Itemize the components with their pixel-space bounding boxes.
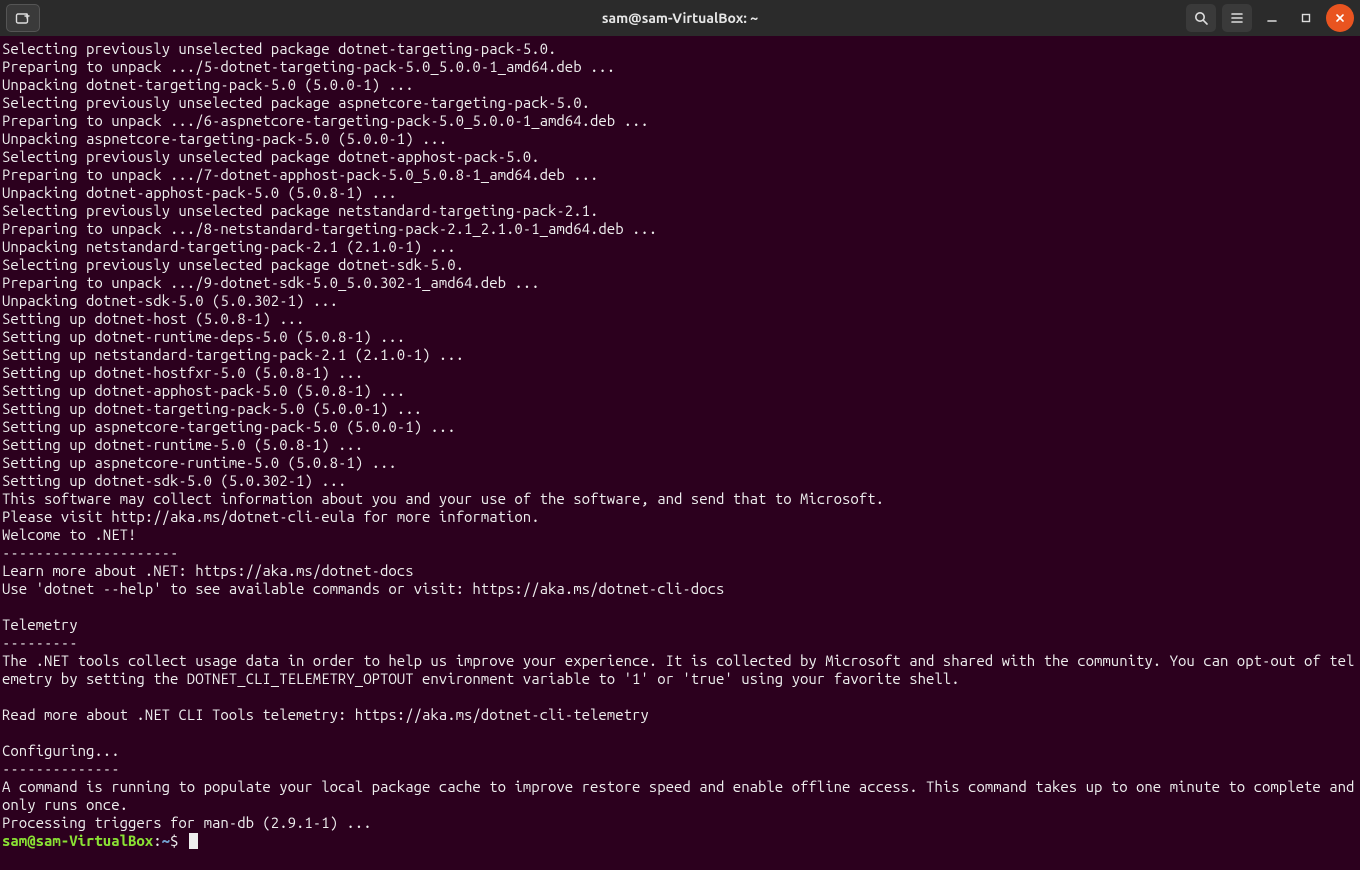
- terminal-line: Selecting previously unselected package …: [2, 94, 1358, 112]
- terminal-line: Setting up aspnetcore-runtime-5.0 (5.0.8…: [2, 454, 1358, 472]
- terminal-line: Setting up dotnet-runtime-5.0 (5.0.8-1) …: [2, 436, 1358, 454]
- terminal-line: A command is running to populate your lo…: [2, 778, 1358, 814]
- terminal-line: Processing triggers for man-db (2.9.1-1)…: [2, 814, 1358, 832]
- terminal-line: Setting up netstandard-targeting-pack-2.…: [2, 346, 1358, 364]
- terminal-line: --------------: [2, 760, 1358, 778]
- terminal-line: Unpacking dotnet-sdk-5.0 (5.0.302-1) ...: [2, 292, 1358, 310]
- prompt-symbol: $: [170, 832, 187, 849]
- terminal-line: Learn more about .NET: https://aka.ms/do…: [2, 562, 1358, 580]
- terminal-line: Setting up aspnetcore-targeting-pack-5.0…: [2, 418, 1358, 436]
- terminal-line: [2, 688, 1358, 706]
- cursor-icon: [189, 833, 198, 849]
- terminal-line: Selecting previously unselected package …: [2, 40, 1358, 58]
- prompt-separator: :: [153, 832, 161, 849]
- terminal-line: The .NET tools collect usage data in ord…: [2, 652, 1358, 688]
- titlebar: sam@sam-VirtualBox: ~: [0, 0, 1360, 36]
- terminal-line: Setting up dotnet-apphost-pack-5.0 (5.0.…: [2, 382, 1358, 400]
- terminal-line: Unpacking netstandard-targeting-pack-2.1…: [2, 238, 1358, 256]
- menu-button[interactable]: [1222, 4, 1252, 32]
- terminal-line: Setting up dotnet-runtime-deps-5.0 (5.0.…: [2, 328, 1358, 346]
- prompt-line[interactable]: sam@sam-VirtualBox:~$: [2, 832, 1358, 850]
- terminal-line: Preparing to unpack .../9-dotnet-sdk-5.0…: [2, 274, 1358, 292]
- terminal-line: Preparing to unpack .../7-dotnet-apphost…: [2, 166, 1358, 184]
- terminal-line: Selecting previously unselected package …: [2, 256, 1358, 274]
- prompt-path: ~: [162, 832, 170, 849]
- terminal-line: Welcome to .NET!: [2, 526, 1358, 544]
- terminal-line: Setting up dotnet-hostfxr-5.0 (5.0.8-1) …: [2, 364, 1358, 382]
- terminal-line: Preparing to unpack .../8-netstandard-ta…: [2, 220, 1358, 238]
- prompt-user-host: sam@sam-VirtualBox: [2, 832, 153, 849]
- terminal-line: Preparing to unpack .../5-dotnet-targeti…: [2, 58, 1358, 76]
- terminal-line: Selecting previously unselected package …: [2, 148, 1358, 166]
- terminal-line: [2, 598, 1358, 616]
- terminal-line: Configuring...: [2, 742, 1358, 760]
- terminal-line: Use 'dotnet --help' to see available com…: [2, 580, 1358, 598]
- terminal-line: [2, 724, 1358, 742]
- titlebar-right: [1186, 0, 1354, 36]
- maximize-button[interactable]: [1292, 4, 1320, 32]
- terminal-line: Selecting previously unselected package …: [2, 202, 1358, 220]
- new-tab-button[interactable]: [6, 4, 40, 32]
- terminal-line: Unpacking dotnet-targeting-pack-5.0 (5.0…: [2, 76, 1358, 94]
- terminal-line: Preparing to unpack .../6-aspnetcore-tar…: [2, 112, 1358, 130]
- terminal-line: Unpacking aspnetcore-targeting-pack-5.0 …: [2, 130, 1358, 148]
- close-button[interactable]: [1326, 4, 1354, 32]
- search-button[interactable]: [1186, 4, 1216, 32]
- terminal-line: ---------: [2, 634, 1358, 652]
- terminal-output[interactable]: Selecting previously unselected package …: [0, 36, 1360, 850]
- titlebar-left: [0, 0, 40, 36]
- terminal-line: Setting up dotnet-sdk-5.0 (5.0.302-1) ..…: [2, 472, 1358, 490]
- terminal-line: Read more about .NET CLI Tools telemetry…: [2, 706, 1358, 724]
- terminal-line: Setting up dotnet-targeting-pack-5.0 (5.…: [2, 400, 1358, 418]
- window-title: sam@sam-VirtualBox: ~: [0, 10, 1360, 26]
- terminal-line: This software may collect information ab…: [2, 490, 1358, 508]
- terminal-line: Please visit http://aka.ms/dotnet-cli-eu…: [2, 508, 1358, 526]
- terminal-line: Telemetry: [2, 616, 1358, 634]
- terminal-line: ---------------------: [2, 544, 1358, 562]
- minimize-button[interactable]: [1258, 4, 1286, 32]
- terminal-line: Unpacking dotnet-apphost-pack-5.0 (5.0.8…: [2, 184, 1358, 202]
- terminal-line: Setting up dotnet-host (5.0.8-1) ...: [2, 310, 1358, 328]
